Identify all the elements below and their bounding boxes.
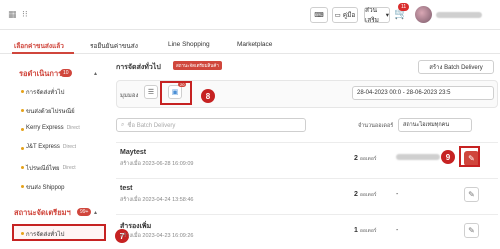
batch-name: สำรองเพิ่ม	[120, 223, 152, 230]
direct-tag: Direct	[66, 125, 80, 131]
sidebar-item-general-shipping[interactable]: การจัดส่งทั่วไป	[26, 87, 64, 97]
carrier-blurred	[396, 154, 440, 160]
sidebar-item-ready-general[interactable]: การจัดส่งทั่วไป	[26, 229, 64, 239]
batch-name: Maytest	[120, 149, 147, 156]
book-icon: ▭	[334, 12, 341, 19]
chevron-down-icon: ▾	[385, 12, 389, 19]
sidebar-item-label: ไปรษณีย์ไทย	[26, 166, 60, 172]
expand-icon[interactable]: ⁝⁝	[22, 9, 28, 20]
sidebar-item-label: การจัดส่งทั่วไป	[26, 232, 65, 238]
date-range-input[interactable]: 28-04-2023 00:0 - 28-06-2023 23:5	[352, 86, 494, 100]
search-placeholder: ชื่อ Batch Delivery	[127, 123, 176, 129]
create-batch-button[interactable]: สร้าง Batch Delivery	[418, 60, 494, 74]
top-bar: ▦ ⁝⁝ ⌨ ▭ คู่มือ ส่วนเสริม ▾ 🛒 11	[0, 0, 500, 30]
pencil-icon: ✎	[468, 226, 475, 235]
pending-count-badge: 10	[60, 69, 72, 77]
active-tab-indicator	[12, 52, 74, 54]
status-dot-icon	[21, 109, 24, 112]
edit-button[interactable]: ✎	[464, 223, 479, 238]
step-marker-8: 8	[201, 89, 215, 103]
qty-unit: ออเดอร์	[359, 228, 377, 234]
batch-date: สร้างเมื่อ 2023-04-23 16:09:26	[120, 233, 194, 239]
list-icon: ☰	[147, 89, 155, 96]
sidebar-item-shippop[interactable]: ขนส่ง Shippop	[26, 182, 64, 192]
qty-value: 2	[354, 155, 358, 162]
batch-date: สร้างเมื่อ 2023-06-28 16:09:09	[120, 161, 194, 167]
ready-section-title[interactable]: สถานะจัดเตรียมฯ	[14, 207, 71, 219]
status-dot-icon	[21, 185, 24, 188]
sidebar-item-thaipost[interactable]: ไปรษณีย์ไทย Direct	[26, 163, 76, 173]
pencil-icon: ✎	[468, 190, 475, 199]
status-dot-icon	[21, 147, 24, 150]
chevron-up-icon[interactable]: ▴	[94, 70, 97, 77]
tab-pending-shipping[interactable]: รอยืนยันค่าขนส่ง	[90, 41, 138, 51]
edit-button[interactable]: ✎	[464, 187, 479, 202]
batch-date: สร้างเมื่อ 2023-04-24 13:58:46	[120, 197, 194, 203]
batch-name: test	[120, 185, 133, 192]
manual-label: คู่มือ	[342, 12, 356, 19]
tab-selected-shipping[interactable]: เลือกค่าขนส่งแล้ว	[14, 41, 64, 51]
search-input[interactable]: ⌕ ชื่อ Batch Delivery	[116, 118, 306, 132]
manual-button[interactable]: ▭ คู่มือ	[332, 7, 358, 23]
grid-icon[interactable]: ▦	[8, 9, 17, 20]
status-dot-icon	[21, 90, 24, 93]
shipping-tabs: เลือกค่าขนส่งแล้ว รอยืนยันค่าขนส่ง Line …	[0, 37, 500, 54]
step-marker-9: 9	[441, 150, 455, 164]
keyboard-icon: ⌨	[314, 12, 324, 19]
pending-section-title[interactable]: รอดำเนินการ	[19, 68, 62, 80]
status-dot-icon	[21, 128, 24, 131]
table-row[interactable]: สำรองเพิ่ม สร้างเมื่อ 2023-04-23 16:09:2…	[116, 214, 498, 248]
list-view-button[interactable]: ☰	[144, 85, 158, 99]
sidebar-item-label: การจัดส่งทั่วไป	[26, 90, 65, 96]
carrier-value: -	[396, 227, 399, 234]
highlight-box	[459, 146, 480, 167]
ready-count-badge: 99+	[77, 208, 92, 216]
qty-unit: ออเดอร์	[359, 156, 377, 162]
order-qty: 2 ออเดอร์	[354, 191, 377, 199]
status-badge: สถานะจัดเตรียมสินค้า	[173, 61, 222, 70]
qty-value: 2	[354, 191, 358, 198]
search-icon: ⌕	[121, 121, 125, 128]
sidebar-item-kerry[interactable]: Kerry Express Direct	[26, 125, 80, 131]
sidebar-item-label: Kerry Express	[26, 125, 64, 131]
status-dot-icon	[21, 232, 24, 235]
addon-button[interactable]: ส่วนเสริม ▾	[364, 7, 390, 24]
cart-badge: 11	[398, 3, 410, 11]
avatar[interactable]	[415, 6, 432, 23]
date-range-value: 28-04-2023 00:0 - 28-06-2023 23:5	[357, 90, 451, 96]
sidebar-item-label: J&T Express	[26, 144, 60, 150]
page-title: การจัดส่งทั่วไป	[116, 64, 161, 71]
carrier-value: -	[396, 191, 399, 198]
user-name-blurred[interactable]	[436, 12, 482, 18]
highlight-box	[160, 81, 192, 105]
sidebar-item-label: ขนส่ง Shippop	[26, 185, 65, 191]
table-row[interactable]: test สร้างเมื่อ 2023-04-24 13:58:46 2 ออ…	[116, 178, 498, 212]
order-qty: 2 ออเดอร์	[354, 155, 377, 163]
addon-label: ส่วนเสริม	[365, 7, 379, 24]
tab-marketplace[interactable]: Marketplace	[237, 41, 272, 48]
view-label: มุมมอง	[120, 93, 139, 99]
direct-tag: Direct	[62, 165, 76, 171]
qty-unit: ออเดอร์	[359, 192, 377, 198]
chevron-up-icon[interactable]: ▴	[94, 209, 97, 216]
column-header-qty: จำนวนออเดอร์	[358, 123, 394, 129]
sidebar-item-jt[interactable]: J&T Express Direct	[26, 144, 76, 150]
status-select-value: สถานะไอเทมทุกคน	[403, 122, 450, 128]
order-qty: 1 ออเดอร์	[354, 227, 377, 235]
qty-value: 1	[354, 227, 358, 234]
sidebar-item-postal[interactable]: ขนส่งด้วยไปรษณีย์	[26, 106, 75, 116]
keyboard-button[interactable]: ⌨	[310, 7, 328, 23]
status-select[interactable]: สถานะไอเทมทุกคน	[398, 118, 472, 132]
status-dot-icon	[21, 166, 24, 169]
tab-line-shopping[interactable]: Line Shopping	[168, 41, 210, 48]
sidebar-item-label: ขนส่งด้วยไปรษณีย์	[26, 109, 75, 115]
direct-tag: Direct	[62, 144, 76, 150]
